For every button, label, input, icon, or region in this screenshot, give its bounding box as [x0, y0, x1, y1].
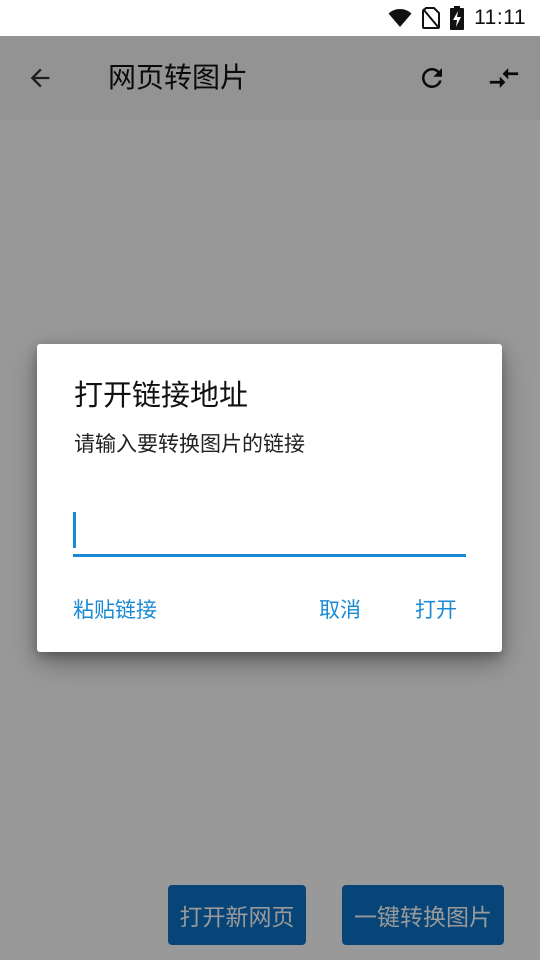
no-sim-icon: [422, 7, 441, 29]
open-link-dialog: 打开链接地址 请输入要转换图片的链接 粘贴链接 取消 打开: [37, 344, 502, 652]
text-caret: [73, 512, 76, 548]
dialog-title: 打开链接地址: [74, 378, 249, 412]
dialog-message: 请输入要转换图片的链接: [74, 432, 305, 456]
link-input[interactable]: [73, 504, 466, 554]
paste-link-button[interactable]: 粘贴链接: [73, 592, 157, 628]
wifi-icon: [388, 9, 412, 27]
cancel-button[interactable]: 取消: [319, 592, 361, 628]
open-button[interactable]: 打开: [415, 592, 457, 628]
status-bar: 11:11: [0, 0, 540, 36]
battery-charging-icon: [450, 6, 465, 30]
status-time: 11:11: [474, 6, 526, 29]
link-input-container: [73, 504, 466, 557]
